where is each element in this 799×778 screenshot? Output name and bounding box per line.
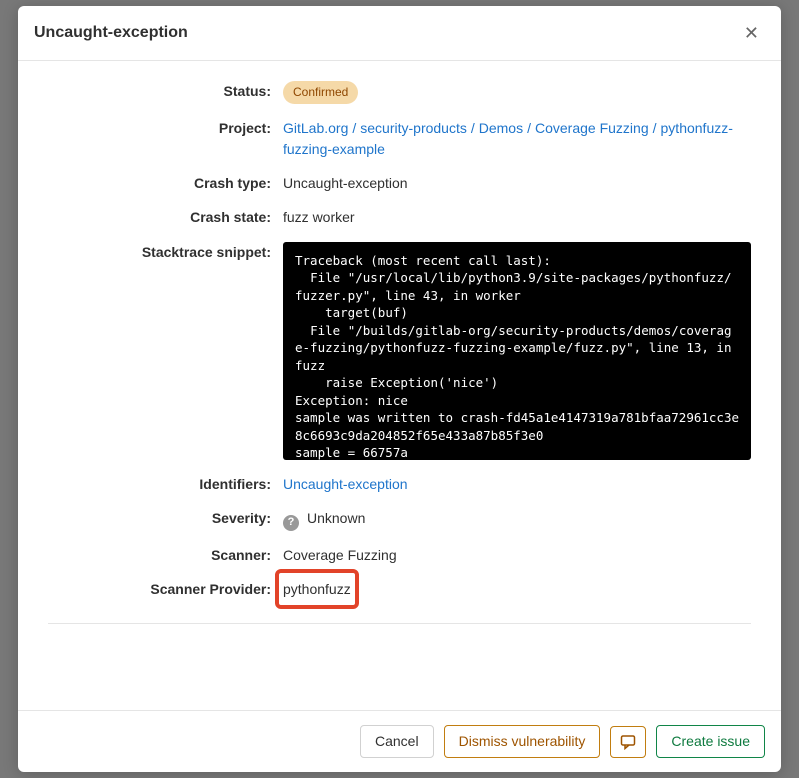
scanner-label: Scanner: (48, 545, 283, 563)
project-value: GitLab.org/security-products/Demos/Cover… (283, 118, 751, 159)
breadcrumb-part: security-products (360, 120, 467, 136)
project-label: Project: (48, 118, 283, 136)
crash-type-label: Crash type: (48, 173, 283, 191)
field-severity: Severity: ? Unknown (48, 508, 751, 531)
scanner-provider-value: pythonfuzz (283, 579, 751, 599)
field-scanner: Scanner: Coverage Fuzzing (48, 545, 751, 565)
question-circle-icon: ? (283, 515, 299, 531)
dismiss-vulnerability-button[interactable]: Dismiss vulnerability (444, 725, 601, 758)
field-identifiers: Identifiers: Uncaught-exception (48, 474, 751, 494)
breadcrumb-separator: / (471, 120, 475, 136)
modal-title: Uncaught-exception (34, 24, 188, 42)
identifiers-value: Uncaught-exception (283, 474, 751, 494)
status-badge: Confirmed (283, 81, 358, 104)
severity-value: ? Unknown (283, 508, 751, 531)
comment-icon (620, 734, 636, 750)
close-icon: ✕ (744, 23, 759, 43)
severity-text: Unknown (307, 510, 365, 526)
stacktrace-label: Stacktrace snippet: (48, 242, 283, 260)
scanner-value: Coverage Fuzzing (283, 545, 751, 565)
scanner-provider-highlight: pythonfuzz (283, 579, 351, 599)
identifiers-link[interactable]: Uncaught-exception (283, 476, 408, 492)
close-button[interactable]: ✕ (738, 20, 765, 46)
comment-button[interactable] (610, 726, 646, 758)
scanner-provider-label: Scanner Provider: (48, 579, 283, 597)
breadcrumb-separator: / (352, 120, 356, 136)
field-crash-type: Crash type: Uncaught-exception (48, 173, 751, 193)
field-status: Status: Confirmed (48, 81, 751, 104)
modal-header: Uncaught-exception ✕ (18, 6, 781, 61)
field-stacktrace: Stacktrace snippet: Traceback (most rece… (48, 242, 751, 460)
breadcrumb-separator: / (527, 120, 531, 136)
status-value: Confirmed (283, 81, 751, 104)
crash-state-value: fuzz worker (283, 207, 751, 227)
vulnerability-modal: Uncaught-exception ✕ Status: Confirmed P… (18, 6, 781, 772)
scanner-provider-text: pythonfuzz (283, 581, 351, 597)
crash-type-value: Uncaught-exception (283, 173, 751, 193)
field-project: Project: GitLab.org/security-products/De… (48, 118, 751, 159)
stacktrace-code[interactable]: Traceback (most recent call last): File … (283, 242, 751, 460)
create-issue-button[interactable]: Create issue (656, 725, 765, 758)
identifiers-label: Identifiers: (48, 474, 283, 492)
cancel-button[interactable]: Cancel (360, 725, 434, 758)
field-crash-state: Crash state: fuzz worker (48, 207, 751, 227)
divider (48, 623, 751, 624)
stacktrace-value: Traceback (most recent call last): File … (283, 242, 751, 460)
project-link[interactable]: GitLab.org/security-products/Demos/Cover… (283, 120, 733, 156)
severity-label: Severity: (48, 508, 283, 526)
breadcrumb-separator: / (653, 120, 657, 136)
crash-state-label: Crash state: (48, 207, 283, 225)
modal-footer: Cancel Dismiss vulnerability Create issu… (18, 710, 781, 772)
status-label: Status: (48, 81, 283, 99)
breadcrumb-part: Demos (479, 120, 523, 136)
breadcrumb-part: Coverage Fuzzing (535, 120, 649, 136)
breadcrumb-part: GitLab.org (283, 120, 348, 136)
field-scanner-provider: Scanner Provider: pythonfuzz (48, 579, 751, 599)
modal-body: Status: Confirmed Project: GitLab.org/se… (18, 61, 781, 710)
